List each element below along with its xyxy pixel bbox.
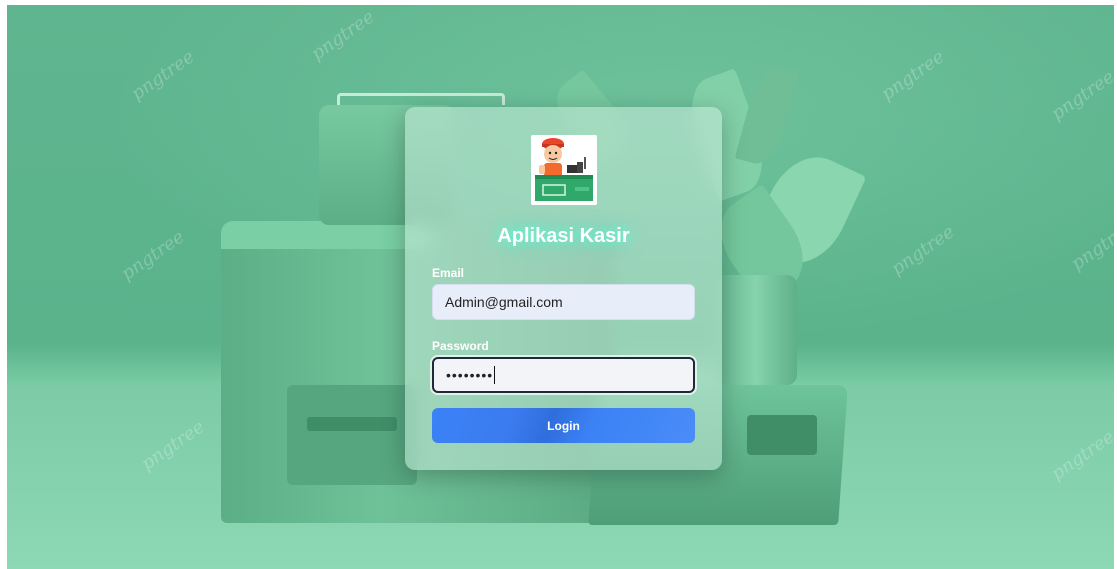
email-field[interactable]: Admin@gmail.com (432, 284, 695, 320)
email-label: Email (432, 266, 465, 280)
password-label: Password (432, 339, 489, 353)
printer-rail (337, 93, 505, 105)
login-button[interactable]: Login (432, 408, 695, 443)
cashier-logo (531, 135, 597, 205)
login-card: Aplikasi Kasir Email Admin@gmail.com Pas… (405, 107, 722, 470)
password-value: •••••••• (446, 367, 494, 383)
drawer-slot (307, 417, 397, 431)
cash-drawer (287, 385, 417, 485)
cash-register-top (221, 221, 431, 249)
plant-pot (715, 275, 797, 385)
text-cursor (494, 366, 496, 384)
app-title: Aplikasi Kasir (497, 225, 630, 247)
cashier-icon (531, 135, 597, 205)
base-slot (747, 415, 817, 455)
email-value: Admin@gmail.com (445, 294, 563, 310)
password-field[interactable]: •••••••• (432, 357, 695, 393)
